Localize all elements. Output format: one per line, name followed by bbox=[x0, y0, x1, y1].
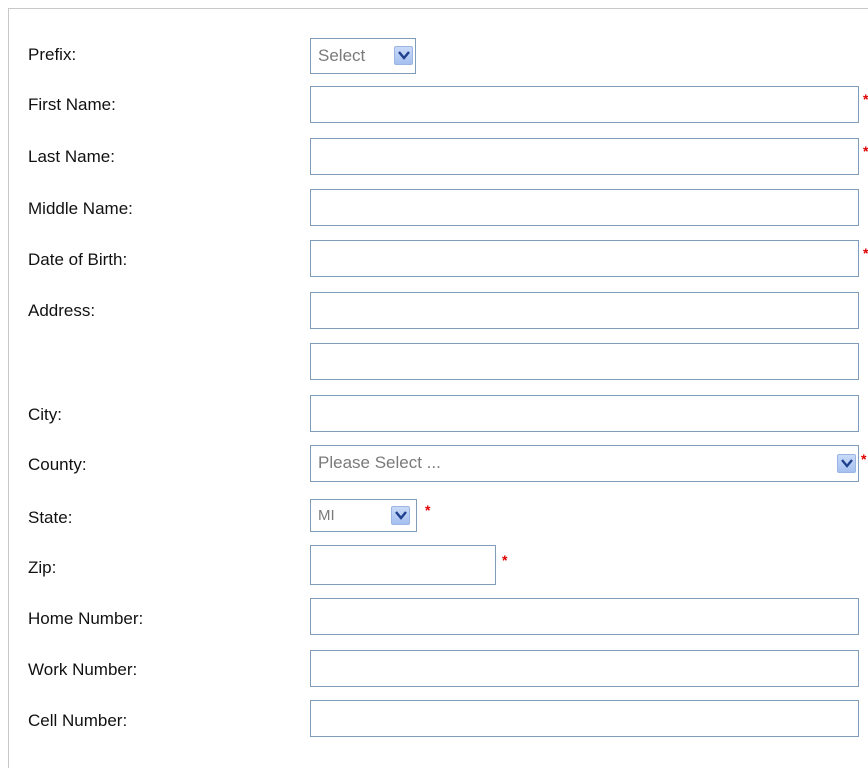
county-select[interactable]: Please Select ... bbox=[310, 445, 859, 482]
cell-number-label: Cell Number: bbox=[28, 711, 128, 730]
first-name-field[interactable] bbox=[310, 86, 859, 123]
address-label: Address: bbox=[28, 301, 96, 320]
last-name-required-marker: * bbox=[863, 143, 868, 159]
prefix-select[interactable]: Select bbox=[310, 38, 416, 74]
prefix-selected-value: Select bbox=[318, 46, 366, 65]
city-label: City: bbox=[28, 405, 62, 424]
first-name-label: First Name: bbox=[28, 95, 116, 114]
zip-required-marker: * bbox=[502, 552, 508, 568]
chevron-down-icon[interactable] bbox=[394, 46, 413, 65]
last-name-field[interactable] bbox=[310, 138, 859, 175]
chevron-down-icon[interactable] bbox=[391, 506, 410, 525]
address-line1-field[interactable] bbox=[310, 292, 859, 329]
city-field[interactable] bbox=[310, 395, 859, 432]
date-of-birth-field[interactable] bbox=[310, 240, 859, 277]
middle-name-label: Middle Name: bbox=[28, 199, 133, 218]
state-label: State: bbox=[28, 508, 73, 527]
home-number-field[interactable] bbox=[310, 598, 859, 635]
county-selected-value: Please Select ... bbox=[318, 453, 441, 472]
work-number-field[interactable] bbox=[310, 650, 859, 687]
county-required-marker: * bbox=[861, 451, 867, 467]
county-label: County: bbox=[28, 455, 87, 474]
home-number-label: Home Number: bbox=[28, 609, 144, 628]
last-name-label: Last Name: bbox=[28, 147, 115, 166]
state-selected-value: MI bbox=[318, 507, 335, 524]
middle-name-field[interactable] bbox=[310, 189, 859, 226]
chevron-down-icon[interactable] bbox=[837, 454, 856, 473]
zip-label: Zip: bbox=[28, 558, 57, 577]
work-number-label: Work Number: bbox=[28, 660, 138, 679]
address-line2-field[interactable] bbox=[310, 343, 859, 380]
date-of-birth-required-marker: * bbox=[863, 245, 868, 261]
date-of-birth-label: Date of Birth: bbox=[28, 250, 128, 269]
cell-number-field[interactable] bbox=[310, 700, 859, 737]
state-required-marker: * bbox=[425, 502, 431, 518]
prefix-label: Prefix: bbox=[28, 45, 77, 64]
state-select[interactable]: MI bbox=[310, 499, 417, 532]
zip-field[interactable] bbox=[310, 545, 496, 585]
first-name-required-marker: * bbox=[863, 91, 868, 107]
